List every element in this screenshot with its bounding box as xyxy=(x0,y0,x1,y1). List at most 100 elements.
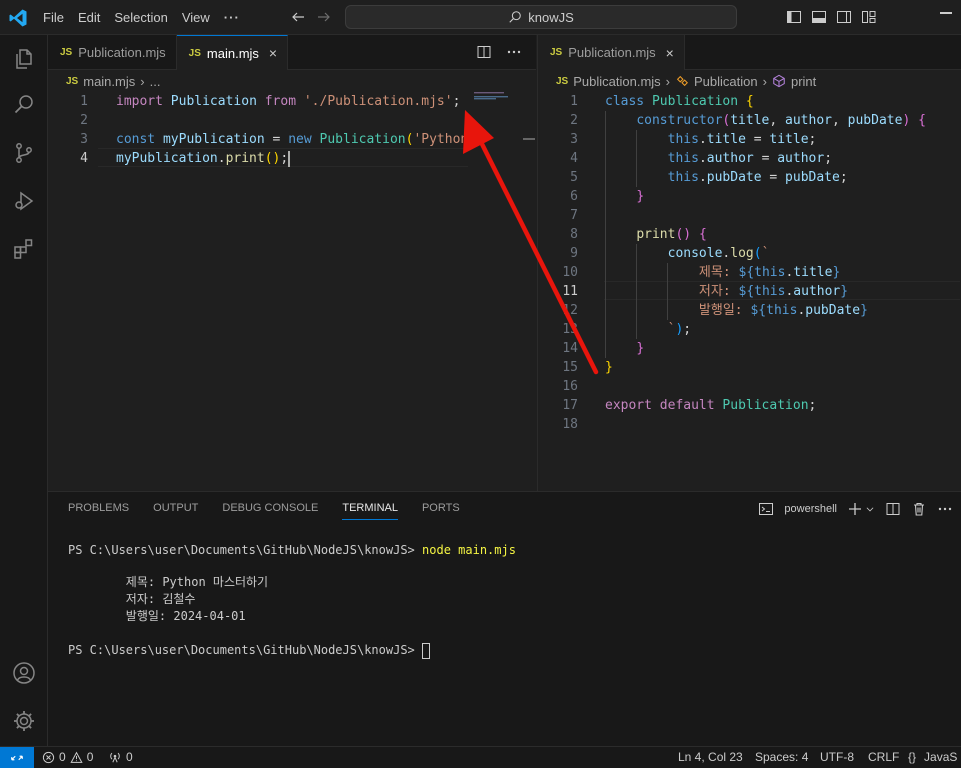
code-line: 15} xyxy=(538,358,961,377)
tab-output[interactable]: OUTPUT xyxy=(153,502,198,520)
tab-ports[interactable]: PORTS xyxy=(422,502,460,520)
breadcrumb-class[interactable]: Publication xyxy=(694,74,758,89)
line-number: 9 xyxy=(570,246,578,261)
terminal-prompt: PS C:\Users\user\Documents\GitHub\NodeJS… xyxy=(68,643,423,657)
eol-status[interactable]: CRLF xyxy=(868,750,899,764)
code-line: 1 class Publication { xyxy=(538,92,961,111)
code-editor[interactable]: 1 import Publication from './Publication.… xyxy=(48,92,536,488)
command-center-search[interactable]: knowJS xyxy=(345,5,737,29)
accounts-icon[interactable] xyxy=(12,661,36,685)
menu-view[interactable]: View xyxy=(175,10,217,25)
bottom-panel: PROBLEMS OUTPUT DEBUG CONSOLE TERMINAL P… xyxy=(48,491,961,746)
broadcast-icon xyxy=(110,752,120,763)
line-number: 4 xyxy=(570,151,578,166)
toggle-primary-sidebar-icon[interactable] xyxy=(786,9,802,25)
breadcrumb-file[interactable]: Publication.mjs xyxy=(573,74,660,89)
code-token: this xyxy=(667,151,699,166)
breadcrumb-file[interactable]: main.mjs xyxy=(83,74,135,89)
vscode-logo-icon[interactable] xyxy=(8,8,28,28)
encoding-status[interactable]: UTF-8 xyxy=(820,750,854,764)
tab-publication-mjs[interactable]: JS Publication.mjs × xyxy=(538,35,685,70)
close-tab-icon[interactable]: × xyxy=(666,45,674,61)
tab-debug-console[interactable]: DEBUG CONSOLE xyxy=(222,502,318,520)
menu-edit[interactable]: Edit xyxy=(71,10,107,25)
code-token: ; xyxy=(452,94,461,109)
code-token: pubDate xyxy=(847,113,903,128)
close-tab-icon[interactable]: × xyxy=(269,45,277,61)
problems-status[interactable]: 0 0 xyxy=(42,750,93,764)
code-token: myPublication xyxy=(162,132,273,147)
chevron-right-icon: › xyxy=(665,73,671,89)
ports-status[interactable]: 0 xyxy=(108,750,133,764)
chevron-right-icon: › xyxy=(762,73,767,89)
minimize-window-button[interactable] xyxy=(940,12,952,14)
navigation-arrows xyxy=(290,9,332,25)
source-control-icon[interactable] xyxy=(12,141,36,165)
line-number: 13 xyxy=(562,322,578,337)
code-token: ${ xyxy=(750,303,767,318)
toggle-secondary-sidebar-icon[interactable] xyxy=(836,9,852,25)
tab-problems[interactable]: PROBLEMS xyxy=(68,502,129,520)
code-token: title xyxy=(730,113,770,128)
search-view-icon[interactable] xyxy=(12,93,36,117)
breadcrumb-rest[interactable]: ... xyxy=(150,74,161,89)
shell-name[interactable]: powershell xyxy=(784,503,837,515)
code-token: { xyxy=(918,113,926,128)
chevron-down-icon[interactable] xyxy=(865,501,875,517)
language-mode[interactable]: {} JavaS xyxy=(908,750,957,764)
more-actions-icon[interactable] xyxy=(937,501,953,517)
terminal-line: PS C:\Users\user\Documents\GitHub\NodeJS… xyxy=(68,542,516,559)
settings-gear-icon[interactable] xyxy=(12,709,36,733)
tab-terminal[interactable]: TERMINAL xyxy=(342,502,398,520)
code-text: print() { xyxy=(605,225,706,244)
code-token: this xyxy=(667,132,699,147)
customize-layout-icon[interactable] xyxy=(861,9,877,25)
explorer-icon[interactable] xyxy=(12,47,36,71)
split-terminal-icon[interactable] xyxy=(885,501,901,517)
code-text: const myPublication = new Publication('P… xyxy=(116,130,468,149)
minimap[interactable] xyxy=(474,92,526,110)
menu-file[interactable]: File xyxy=(36,10,71,25)
terminal-prompt: PS C:\Users\user\Documents\GitHub\NodeJS… xyxy=(68,543,423,557)
code-token: author xyxy=(793,284,841,299)
more-actions-icon[interactable] xyxy=(506,44,522,60)
terminal-line: 저자: 김철수 xyxy=(68,592,196,606)
code-text: constructor(title, author, pubDate) { xyxy=(605,111,926,130)
toggle-panel-icon[interactable] xyxy=(811,9,827,25)
editor-actions xyxy=(476,44,522,60)
code-token: ; xyxy=(824,151,833,166)
class-symbol-icon xyxy=(676,75,689,87)
tab-publication-mjs[interactable]: JS Publication.mjs xyxy=(48,35,177,70)
cursor-position[interactable]: Ln 4, Col 23 xyxy=(678,750,743,764)
code-line: 13 `); xyxy=(538,320,961,339)
search-icon xyxy=(509,11,522,23)
go-forward-icon[interactable] xyxy=(316,9,332,25)
menu-selection[interactable]: Selection xyxy=(107,10,174,25)
extensions-icon[interactable] xyxy=(12,237,36,261)
run-debug-icon[interactable] xyxy=(12,189,36,213)
split-editor-icon[interactable] xyxy=(476,44,492,60)
code-token: author xyxy=(777,151,825,166)
code-token: . xyxy=(698,132,707,147)
go-back-icon[interactable] xyxy=(290,9,306,25)
indentation-status[interactable]: Spaces: 4 xyxy=(755,750,808,764)
code-editor[interactable]: 1 class Publication {2 constructor(title,… xyxy=(538,92,961,488)
code-text: this.author = author; xyxy=(605,149,832,168)
new-terminal-plus-icon[interactable] xyxy=(847,501,863,517)
editor-group-left: JS Publication.mjs JS main.mjs × JS main… xyxy=(48,35,536,491)
text-cursor xyxy=(288,150,291,167)
code-token: console xyxy=(667,246,723,261)
terminal-actions: powershell xyxy=(758,501,953,517)
trash-icon[interactable] xyxy=(911,501,927,517)
code-token: } xyxy=(860,303,868,318)
code-token: pubDate xyxy=(805,303,861,318)
code-token: constructor xyxy=(636,113,723,128)
menu-more[interactable]: ··· xyxy=(217,10,247,25)
code-token: default xyxy=(659,398,723,413)
tab-main-mjs[interactable]: JS main.mjs × xyxy=(176,35,289,70)
remote-indicator[interactable] xyxy=(0,747,34,768)
breadcrumb-method[interactable]: print xyxy=(791,74,816,89)
